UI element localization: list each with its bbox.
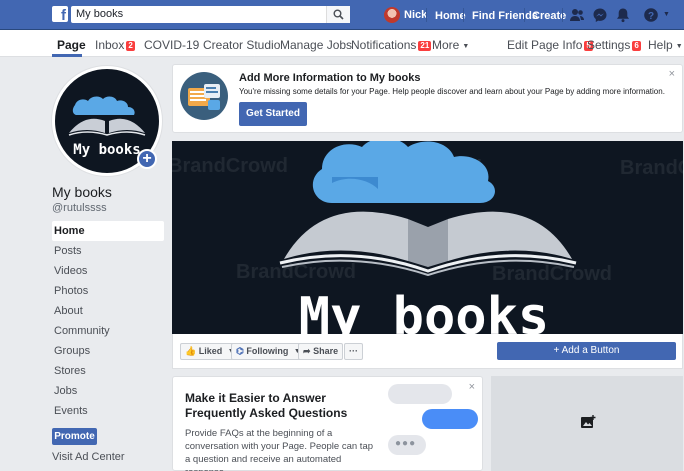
active-tab-indicator — [52, 54, 82, 57]
add-a-button-label: Add a Button — [561, 345, 620, 356]
liked-label: Liked — [198, 346, 223, 356]
sidebar-item-videos[interactable]: Videos — [52, 261, 164, 281]
tab-help[interactable]: Help ▼ — [648, 38, 683, 52]
messenger-icon[interactable] — [592, 7, 608, 23]
plus-icon: + — [553, 345, 560, 356]
tab-covid[interactable]: COVID-19 — [144, 38, 199, 52]
banner-description: You're missing some details for your Pag… — [239, 87, 665, 96]
page-title: My books — [52, 184, 112, 200]
user-profile-link[interactable]: Nick — [384, 7, 427, 23]
sidebar-item-photos[interactable]: Photos — [52, 281, 164, 301]
tab-manage-jobs[interactable]: Manage Jobs — [280, 38, 352, 52]
caret-down-icon: ▼ — [462, 43, 470, 50]
tab-edit-page-info-label: Edit Page Info — [507, 38, 583, 52]
banner-title: Add More Information to My books — [239, 72, 421, 84]
tab-notifications-label: Notifications — [351, 38, 417, 52]
search-button[interactable] — [326, 6, 350, 23]
divider — [524, 8, 525, 22]
search-icon — [333, 9, 344, 20]
typing-dots: ●●● — [395, 438, 417, 449]
sidebar-item-home[interactable]: Home — [52, 221, 164, 241]
tab-page[interactable]: Page — [57, 38, 86, 52]
tab-creator-studio[interactable]: Creator Studio — [203, 38, 280, 52]
account-caret-icon[interactable]: ▼ — [663, 11, 670, 18]
tab-more[interactable]: More ▼ — [432, 38, 469, 52]
faq-title: Make it Easier to Answer Frequently Aske… — [185, 391, 348, 420]
share-button[interactable]: ➦ Share — [298, 343, 344, 360]
notifications-badge: 21 — [418, 41, 432, 51]
top-bar: f My books Nick Home Find Friends Create… — [0, 0, 684, 30]
sidebar-item-jobs[interactable]: Jobs — [52, 381, 164, 401]
photo-placeholder[interactable] — [491, 376, 683, 471]
sidebar-item-events[interactable]: Events — [52, 401, 164, 421]
close-icon[interactable]: × — [669, 68, 675, 80]
add-info-banner: Add More Information to My books You're … — [172, 64, 683, 133]
avatar — [384, 7, 400, 23]
share-label: Share — [313, 346, 339, 356]
tab-notifications[interactable]: Notifications 21 — [351, 38, 432, 52]
bell-icon[interactable] — [615, 7, 631, 23]
home-link[interactable]: Home — [435, 10, 466, 22]
divider — [463, 8, 464, 22]
page-username[interactable]: @rutulssss — [52, 202, 107, 214]
rss-icon: ⌬ — [236, 346, 244, 356]
find-friends-link[interactable]: Find Friends — [472, 10, 538, 22]
tab-more-label: More — [432, 38, 460, 52]
user-name: Nick — [404, 9, 428, 21]
chat-bubble-illustration — [388, 384, 452, 404]
inbox-badge: 2 — [126, 41, 135, 51]
divider — [426, 8, 427, 22]
friends-icon[interactable] — [569, 7, 585, 23]
following-button[interactable]: ⌬ Following ▼ — [231, 343, 306, 360]
add-profile-photo-button[interactable]: + — [137, 149, 157, 169]
more-options-button[interactable]: ··· — [344, 343, 363, 360]
share-icon: ➦ — [303, 346, 311, 356]
faq-promo-card: Make it Easier to Answer Frequently Aske… — [172, 376, 483, 471]
sidebar-item-stores[interactable]: Stores — [52, 361, 164, 381]
tab-inbox[interactable]: Inbox 2 — [95, 38, 135, 52]
thumbs-up-icon: 👍 — [185, 346, 197, 356]
sidebar-item-groups[interactable]: Groups — [52, 341, 164, 361]
caret-down-icon: ▼ — [675, 43, 683, 50]
tab-help-label: Help — [648, 38, 673, 52]
profile-logo-text: My books — [73, 142, 140, 158]
plus-icon: + — [142, 150, 152, 167]
tab-settings-label: Settings — [587, 38, 631, 52]
visit-ad-center-link[interactable]: Visit Ad Center — [52, 451, 125, 463]
add-photo-icon — [581, 415, 596, 428]
faq-description: Provide FAQs at the beginning of a conve… — [185, 428, 374, 471]
get-started-button[interactable]: Get Started — [239, 102, 307, 126]
search-input[interactable]: My books — [71, 6, 350, 23]
page-nav-bar: Page Inbox 2 COVID-19 Creator Studio Mana… — [0, 30, 684, 57]
cover-logo-image: My books — [279, 141, 577, 334]
chat-bubble-illustration — [422, 409, 478, 429]
page-action-bar: 👍 Liked ▼ ⌬ Following ▼ ➦ Share ··· + Ad… — [172, 334, 683, 369]
following-label: Following — [246, 346, 289, 356]
tab-settings[interactable]: Settings 6 — [587, 38, 641, 52]
help-icon[interactable]: ? — [643, 7, 659, 23]
tab-edit-page-info[interactable]: Edit Page Info 5 — [507, 38, 593, 52]
cover-photo[interactable]: BrandCrowd BrandCrowd BrandCrowd BrandCr… — [172, 141, 683, 334]
banner-illustration — [180, 72, 228, 120]
svg-text:?: ? — [648, 11, 654, 22]
sidebar-item-about[interactable]: About — [52, 301, 164, 321]
search-input-value: My books — [76, 8, 124, 20]
tab-inbox-label: Inbox — [95, 38, 125, 52]
cover-logo-text: My books — [299, 287, 549, 334]
sidebar-item-posts[interactable]: Posts — [52, 241, 164, 261]
add-a-button[interactable]: + Add a Button — [497, 342, 676, 360]
sidebar-nav: Home Posts Videos Photos About Community… — [52, 221, 164, 421]
sidebar-item-community[interactable]: Community — [52, 321, 164, 341]
facebook-logo[interactable]: f — [52, 6, 68, 24]
settings-badge: 6 — [632, 41, 641, 51]
promote-button[interactable]: Promote — [52, 428, 97, 445]
close-icon[interactable]: × — [469, 381, 475, 393]
divider — [562, 8, 563, 22]
